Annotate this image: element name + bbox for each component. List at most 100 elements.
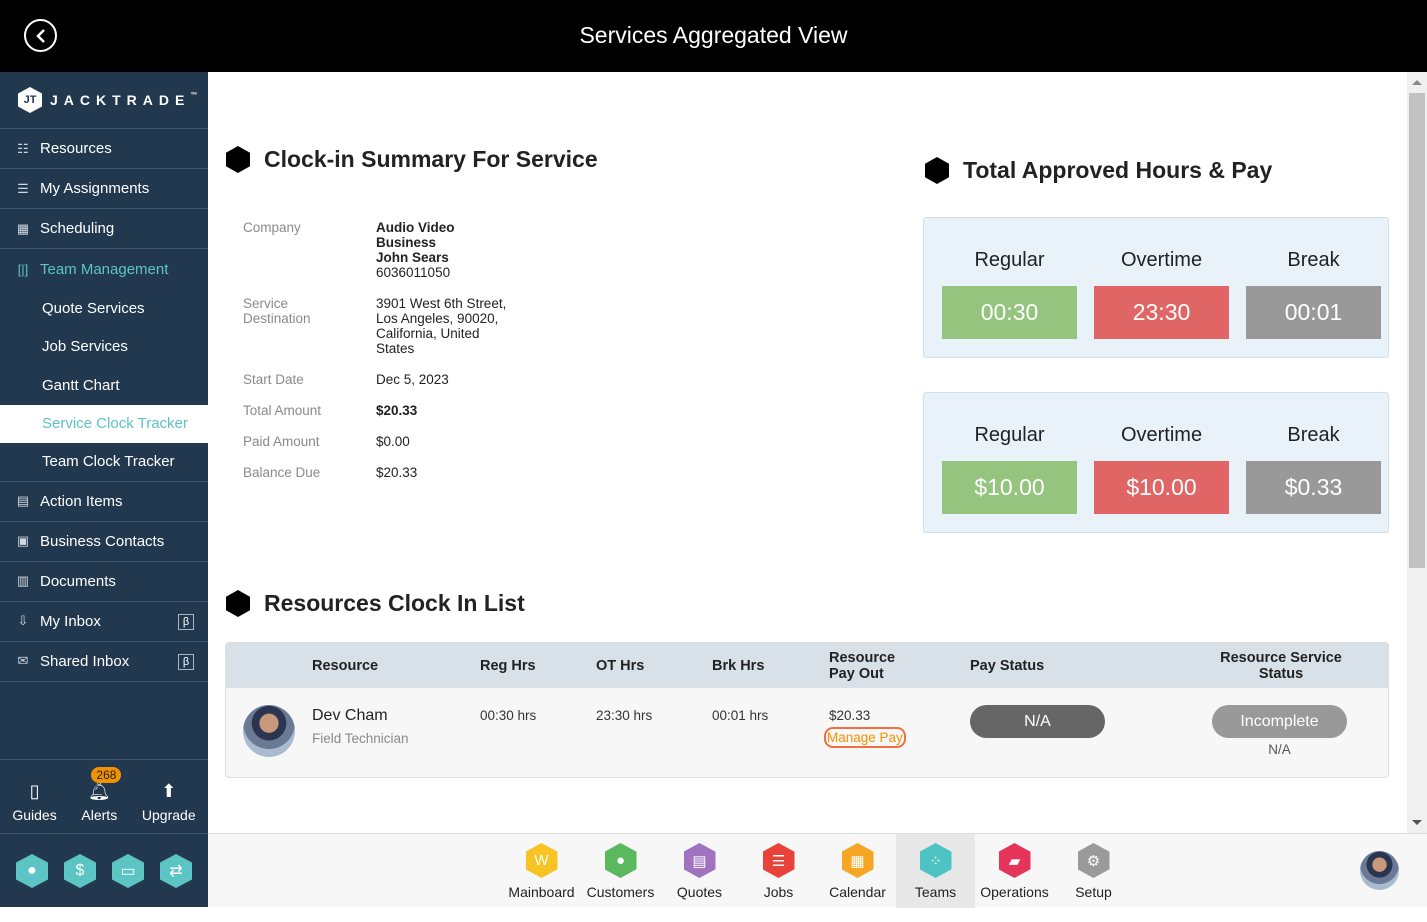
sidebar-item-label: My Assignments (40, 180, 150, 197)
alerts-button[interactable]: 268 🔔︎ Alerts (81, 767, 122, 823)
beta-badge: β (178, 653, 194, 670)
break-hours-label: Break (1287, 249, 1340, 271)
break-pay-value: $0.33 (1246, 461, 1381, 514)
sidebar-subitem-gantt-chart[interactable]: Gantt Chart (0, 366, 208, 405)
app-label: Calendar (829, 884, 886, 900)
money-icon[interactable]: ▭ (112, 854, 144, 888)
break-hours: Break 00:01 (1246, 218, 1381, 339)
scroll-thumb[interactable] (1409, 93, 1425, 568)
contact-name: John Sears (376, 250, 449, 265)
scroll-down-arrow-icon[interactable] (1412, 820, 1422, 825)
regular-pay-value: $10.00 (942, 461, 1077, 514)
guides-button[interactable]: ▯ Guides (12, 781, 56, 823)
approved-hours-heading: Total Approved Hours & Pay (925, 157, 1272, 184)
pay-status-pill[interactable]: N/A (970, 705, 1105, 738)
column-resource: Resource (312, 658, 379, 674)
app-teams[interactable]: ⁘ Teams (896, 834, 975, 908)
trademark: ™ (190, 92, 198, 99)
user-icon[interactable]: ● (16, 854, 48, 888)
service-status-pill[interactable]: Incomplete (1212, 705, 1347, 738)
sidebar-item-label: Team Management (40, 260, 169, 278)
app-label: Setup (1075, 884, 1112, 900)
sidebar-item-team-management[interactable]: [|] Team Management (0, 249, 208, 289)
sidebar-footer: ▯ Guides 268 🔔︎ Alerts ⬆ Upgrade ● $ ▭ ⇄ (0, 759, 208, 908)
calendar-clock-icon: ▦ (16, 220, 30, 236)
vertical-scrollbar[interactable] (1407, 72, 1427, 833)
scroll-up-arrow-icon[interactable] (1412, 80, 1422, 85)
regular-hours: Regular 00:30 (942, 218, 1077, 339)
app-jobs[interactable]: ☰ Jobs (739, 834, 818, 908)
column-service-status: Resource Service Status (1220, 650, 1342, 682)
resource-name[interactable]: Dev Cham (312, 707, 388, 725)
user-avatar[interactable] (1360, 851, 1399, 890)
manage-pay-link[interactable]: Manage Pay (824, 727, 906, 748)
dollar-icon[interactable]: $ (64, 854, 96, 888)
sidebar-subitem-service-clock-tracker[interactable]: Service Clock Tracker (0, 404, 208, 443)
app-customers[interactable]: ● Customers (581, 834, 660, 908)
total-amount-label: Total Amount (243, 403, 322, 418)
app-operations[interactable]: ▰ Operations (975, 834, 1054, 908)
sidebar-item-resources[interactable]: ☷ Resources (0, 129, 208, 169)
sidebar-item-action-items[interactable]: ▤ Action Items (0, 482, 208, 522)
overtime-pay-label: Overtime (1120, 424, 1203, 446)
sidebar-subitem-quote-services[interactable]: Quote Services (0, 289, 208, 328)
clockin-summary-heading: Clock-in Summary For Service (226, 146, 598, 173)
app-calendar[interactable]: ▦ Calendar (818, 834, 897, 908)
top-bar: Services Aggregated View (0, 0, 1427, 72)
bell-icon: 🔔︎ (87, 781, 111, 801)
balance-due-row: Balance Due $20.33 (243, 465, 516, 480)
sidebar-item-business-contacts[interactable]: ▣ Business Contacts (0, 522, 208, 562)
app-label: Customers (586, 884, 655, 900)
mainboard-icon: W (525, 843, 558, 878)
resources-table: Resource Reg Hrs OT Hrs Brk Hrs Resource… (225, 642, 1389, 778)
logo[interactable]: JT JACKTRADE™ (0, 72, 208, 129)
approved-hours-box: Regular 00:30 Overtime 23:30 Break 00:01 (923, 217, 1389, 358)
app-label: Teams (914, 884, 957, 900)
overtime-hours: Overtime 23:30 (1094, 218, 1229, 339)
company-name-cont: Business (376, 235, 437, 250)
sidebar-subitem-team-clock-tracker[interactable]: Team Clock Tracker (0, 443, 208, 482)
sidebar-item-shared-inbox[interactable]: ✉ Shared Inbox β (0, 642, 208, 682)
sidebar-item-scheduling[interactable]: ▦ Scheduling (0, 209, 208, 249)
upgrade-label: Upgrade (141, 807, 196, 823)
break-pay: Break $0.33 (1246, 393, 1381, 514)
app-label: Quotes (676, 884, 723, 900)
resource-role: Field Technician (312, 731, 409, 746)
column-reg-hrs: Reg Hrs (480, 658, 536, 674)
sidebar-item-my-assignments[interactable]: ☰ My Assignments (0, 169, 208, 209)
app-mainboard[interactable]: W Mainboard (502, 834, 581, 908)
team-management-icon: [|] (17, 261, 29, 277)
destination-row: Service Destination 3901 West 6th Street,… (243, 296, 516, 356)
upgrade-button[interactable]: ⬆ Upgrade (142, 781, 196, 823)
pay-out-value: $20.33 (829, 708, 871, 723)
brk-hrs-value: 00:01 hrs (712, 708, 769, 723)
sidebar-item-documents[interactable]: ▥ Documents (0, 562, 208, 602)
clipboard-icon: ▤ (16, 493, 30, 508)
paid-amount-label: Paid Amount (243, 434, 320, 449)
resources-list-heading: Resources Clock In List (226, 590, 525, 617)
logo-name: JACKTRADE (50, 92, 191, 108)
sidebar-item-my-inbox[interactable]: ⇩ My Inbox β (0, 602, 208, 642)
alerts-label: Alerts (81, 807, 118, 823)
sidebar-subitem-job-services[interactable]: Job Services (0, 328, 208, 367)
sidebar-item-label: Shared Inbox (40, 652, 130, 670)
balance-due-label: Balance Due (243, 465, 321, 480)
ot-hrs-value: 23:30 hrs (596, 708, 653, 723)
workflow-icon[interactable]: ⇄ (160, 854, 192, 888)
start-date-row: Start Date Dec 5, 2023 (243, 372, 516, 387)
inbox-icon: ⇩ (17, 613, 29, 628)
gear-icon: ⚙ (1077, 843, 1110, 878)
sidebar-item-label: Scheduling (40, 220, 115, 237)
column-pay-status: Pay Status (970, 658, 1045, 674)
app-setup[interactable]: ⚙ Setup (1054, 834, 1133, 908)
overtime-hours-value: 23:30 (1094, 286, 1229, 339)
sidebar-tools: ▯ Guides 268 🔔︎ Alerts ⬆ Upgrade (0, 760, 208, 834)
resource-avatar (243, 705, 295, 757)
calendar-icon: ▦ (841, 843, 874, 878)
document-icon: ▥ (16, 573, 30, 588)
sidebar-item-label: Business Contacts (40, 532, 165, 550)
alerts-count-badge: 268 (91, 767, 122, 783)
break-pay-label: Break (1287, 424, 1340, 446)
app-quotes[interactable]: ▤ Quotes (660, 834, 739, 908)
briefcase-icon: ▰ (998, 843, 1031, 878)
